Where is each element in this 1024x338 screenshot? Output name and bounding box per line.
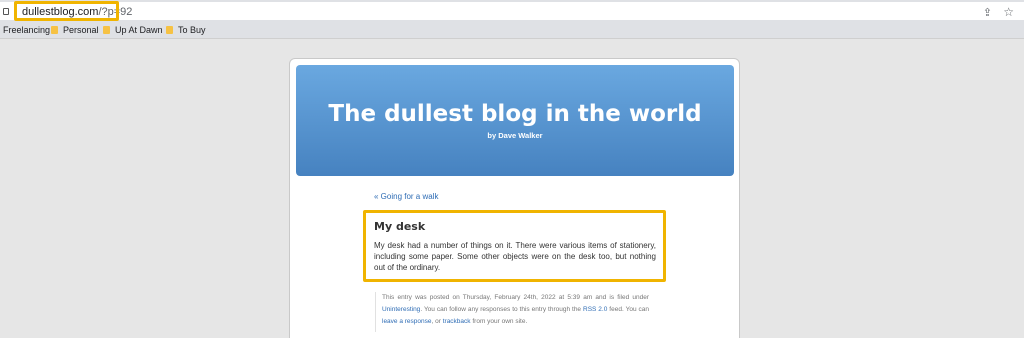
previous-post-link[interactable]: « Going for a walk <box>374 192 438 201</box>
bookmark-star-icon[interactable]: ☆ <box>1003 5 1014 19</box>
bookmark-personal[interactable]: Personal <box>51 25 99 35</box>
rss-link[interactable]: RSS 2.0 <box>583 306 607 313</box>
folder-icon <box>166 26 173 34</box>
blog-byline: by Dave Walker <box>487 131 543 140</box>
url-field[interactable]: dullestblog.com/?p=92 ⇪ ☆ <box>0 2 1024 20</box>
lock-icon[interactable] <box>3 8 9 15</box>
bookmarks-bar: Freelancing Personal Up At Dawn To Buy <box>0 22 1024 39</box>
blog-header[interactable]: The dullest blog in the world by Dave Wa… <box>296 65 734 176</box>
post-meta: This entry was posted on Thursday, Febru… <box>375 292 649 332</box>
leave-response-link[interactable]: leave a response <box>382 318 432 325</box>
folder-icon <box>51 26 58 34</box>
blog-title[interactable]: The dullest blog in the world <box>296 101 734 127</box>
post-body: My desk had a number of things on it. Th… <box>374 241 656 272</box>
address-bar: dullestblog.com/?p=92 ⇪ ☆ <box>0 0 1024 22</box>
bookmark-up-at-dawn[interactable]: Up At Dawn <box>103 25 163 35</box>
bookmark-to-buy[interactable]: To Buy <box>166 25 206 35</box>
bookmark-freelancing[interactable]: Freelancing <box>3 25 50 35</box>
trackback-link[interactable]: trackback <box>443 318 471 325</box>
post-highlight-box: My desk My desk had a number of things o… <box>363 210 666 282</box>
category-link[interactable]: Uninteresting <box>382 306 420 313</box>
post-title: My desk <box>374 220 426 233</box>
blog-page: The dullest blog in the world by Dave Wa… <box>289 58 740 338</box>
url-highlight-box <box>14 1 119 21</box>
folder-icon <box>103 26 110 34</box>
share-icon[interactable]: ⇪ <box>983 6 992 19</box>
